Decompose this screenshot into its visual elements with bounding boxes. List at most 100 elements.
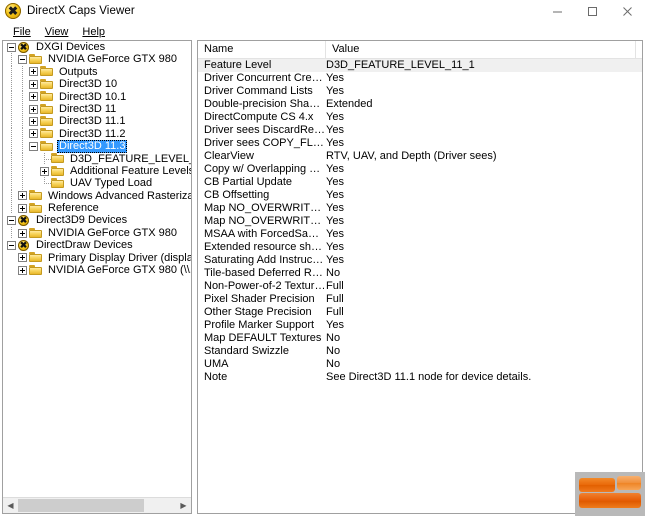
tree-indent-guide — [18, 140, 29, 153]
table-row[interactable]: MSAA with ForcedSampleCou...Yes — [198, 228, 642, 241]
table-row[interactable]: Feature Level D3D_FEATURE_LEVEL_11_1 — [198, 59, 642, 72]
table-row[interactable]: DirectCompute CS 4.x Yes — [198, 111, 642, 124]
expand-node-icon[interactable] — [18, 202, 29, 214]
table-row[interactable]: Pixel Shader Precision Full — [198, 293, 642, 306]
tree-item-label: D3D_FEATURE_LEVEL_11_1 — [70, 152, 191, 165]
tree-item[interactable]: Direct3D 11 — [3, 102, 191, 116]
expand-node-icon[interactable] — [18, 252, 29, 264]
table-row[interactable]: UMA No — [198, 358, 642, 371]
folder-icon — [29, 54, 43, 65]
tree-item[interactable]: Windows Advanced Rasterization Platform — [3, 189, 191, 203]
collapse-node-icon[interactable] — [29, 140, 40, 152]
tree-item[interactable]: ✖ DirectDraw Devices — [3, 239, 191, 251]
menu-item-view[interactable]: View — [38, 25, 76, 39]
column-header-name[interactable]: Name — [198, 41, 326, 58]
directx-icon: ✖ — [18, 215, 29, 227]
menu-item-file[interactable]: File — [6, 25, 38, 39]
tree-elbow-connector — [40, 177, 51, 189]
tree-item[interactable]: ✖ Direct3D9 Devices — [3, 214, 191, 226]
tree-item[interactable]: Direct3D 11.3 — [3, 140, 191, 153]
expand-node-icon[interactable] — [29, 66, 40, 78]
table-row[interactable]: CB Partial Update Yes — [198, 176, 642, 189]
scrollbar-track[interactable] — [18, 498, 176, 513]
table-row[interactable]: Map NO_OVERWRITE on Dyna...Yes — [198, 202, 642, 215]
tree-indent-guide — [7, 65, 18, 79]
tree-indent-guide — [18, 65, 29, 79]
minimize-icon[interactable] — [540, 0, 575, 22]
column-header-value[interactable]: Value — [326, 41, 636, 58]
table-row[interactable]: Map DEFAULT Textures No — [198, 332, 642, 345]
cap-name-cell: Driver Command Lists — [204, 85, 313, 97]
table-row[interactable]: ClearView RTV, UAV, and Depth (Driver see… — [198, 150, 642, 163]
tree-indent-guide — [18, 177, 29, 191]
tree-horizontal-scrollbar[interactable]: ◀ ▶ — [3, 497, 191, 513]
expand-node-icon[interactable] — [40, 165, 51, 177]
tree-item[interactable]: Primary Display Driver (display) — [3, 252, 191, 264]
expand-node-icon[interactable] — [29, 128, 40, 140]
menu-bar: File View Help — [0, 23, 645, 41]
device-tree[interactable]: ✖ DXGI Devices NVIDIA GeForce GTX 980 Outpu… — [3, 41, 191, 498]
tree-item-label: Primary Display Driver (display) — [48, 251, 191, 264]
table-row[interactable]: Driver sees DiscardResource/Vi...Yes — [198, 124, 642, 137]
table-row[interactable]: Saturating Add Instruction Yes — [198, 254, 642, 267]
tree-item[interactable]: Additional Feature Levels — [3, 164, 191, 178]
table-row[interactable]: Tile-based Deferred RendererNo — [198, 267, 642, 280]
tree-item[interactable]: Direct3D 10 — [3, 78, 191, 91]
table-row[interactable]: Driver sees COPY_FLAGS Yes — [198, 137, 642, 150]
table-row[interactable]: Extended resource sharing Yes — [198, 241, 642, 254]
tree-indent-guide — [7, 177, 18, 191]
chevron-right-icon[interactable]: ▶ — [176, 498, 191, 513]
collapse-node-icon[interactable] — [7, 41, 18, 53]
folder-icon — [29, 190, 43, 201]
expand-node-icon[interactable] — [18, 227, 29, 239]
tree-indent-guide — [7, 164, 18, 178]
tree-indent-guide — [7, 252, 18, 264]
tree-item[interactable]: Direct3D 10.1 — [3, 90, 191, 104]
expand-node-icon[interactable] — [29, 115, 40, 127]
table-row[interactable]: Standard Swizzle No — [198, 345, 642, 358]
maximize-icon[interactable] — [575, 0, 610, 22]
tree-item[interactable]: NVIDIA GeForce GTX 980 — [3, 226, 191, 240]
tree-item[interactable]: Reference — [3, 202, 191, 215]
expand-node-icon[interactable] — [29, 91, 40, 103]
expand-node-icon[interactable] — [18, 190, 29, 202]
cap-name-cell: Copy w/ Overlapping Rect — [204, 163, 326, 175]
collapse-node-icon[interactable] — [18, 53, 29, 65]
table-row[interactable]: CB Offsetting Yes — [198, 189, 642, 202]
tree-item[interactable]: NVIDIA GeForce GTX 980 (\\.\DISPLAY1) — [3, 264, 191, 276]
collapse-node-icon[interactable] — [7, 214, 18, 226]
table-row[interactable]: Other Stage Precision Full — [198, 306, 642, 319]
cap-name-cell: Map NO_OVERWRITE on Dyna... — [204, 215, 326, 227]
menu-item-help[interactable]: Help — [75, 25, 112, 39]
folder-icon — [40, 78, 54, 90]
expand-node-icon[interactable] — [18, 264, 29, 276]
expand-node-icon[interactable] — [29, 103, 40, 115]
close-icon[interactable] — [610, 0, 645, 22]
caps-list-pane[interactable]: Name Value Feature Level D3D_FEATURE_LEVE… — [197, 40, 643, 514]
device-tree-pane[interactable]: ✖ DXGI Devices NVIDIA GeForce GTX 980 Outpu… — [2, 40, 192, 514]
caps-list[interactable]: Feature Level D3D_FEATURE_LEVEL_11_1 Drive… — [198, 59, 642, 384]
table-row[interactable]: Double-precision Shaders Extended — [198, 98, 642, 111]
tree-item[interactable]: Outputs — [3, 65, 191, 79]
tree-item[interactable]: NVIDIA GeForce GTX 980 — [3, 53, 191, 67]
table-row[interactable]: Map NO_OVERWRITE on Dyna...Yes — [198, 215, 642, 228]
cap-name-cell: Map DEFAULT Textures — [204, 332, 322, 344]
tree-item[interactable]: D3D_FEATURE_LEVEL_11_1 — [3, 152, 191, 166]
table-row[interactable]: Non-Power-of-2 Textures Full — [198, 280, 642, 293]
chevron-left-icon[interactable]: ◀ — [3, 498, 18, 513]
collapse-node-icon[interactable] — [7, 239, 18, 251]
tree-indent-guide — [18, 164, 29, 178]
tree-item[interactable]: Direct3D 11.2 — [3, 127, 191, 141]
cap-value-cell: Full — [326, 306, 344, 318]
table-row[interactable]: Copy w/ Overlapping Rect Yes — [198, 163, 642, 176]
table-row[interactable]: Profile Marker Support Yes — [198, 319, 642, 332]
scrollbar-thumb[interactable] — [18, 499, 145, 512]
expand-node-icon[interactable] — [29, 78, 40, 90]
tree-item[interactable]: UAV Typed Load — [3, 177, 191, 191]
table-row[interactable]: Driver Concurrent Creates Yes — [198, 72, 642, 85]
cap-value-cell: Full — [326, 293, 344, 305]
table-row[interactable]: Note See Direct3D 11.1 node for device de… — [198, 371, 642, 384]
tree-item[interactable]: Direct3D 11.1 — [3, 115, 191, 129]
table-row[interactable]: Driver Command Lists Yes — [198, 85, 642, 98]
tree-item[interactable]: ✖ DXGI Devices — [3, 41, 191, 53]
